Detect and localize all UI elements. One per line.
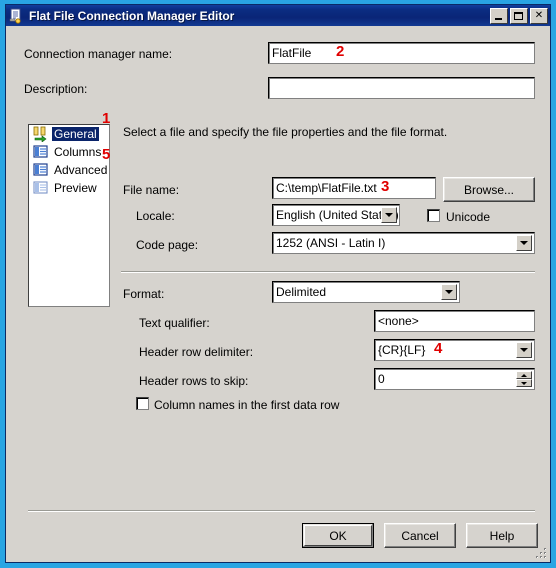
header-rows-to-skip-label: Header rows to skip:	[139, 374, 249, 388]
browse-button[interactable]: Browse...	[443, 177, 535, 202]
column-names-label: Column names in the first data row	[154, 398, 340, 412]
advanced-page-icon	[33, 162, 49, 178]
tree-item-preview-label: Preview	[54, 181, 97, 195]
cancel-button[interactable]: Cancel	[384, 523, 456, 548]
tree-item-columns[interactable]: Columns	[29, 143, 109, 161]
help-button[interactable]: Help	[466, 523, 538, 548]
format-dropdown-arrow[interactable]	[441, 284, 457, 300]
window-title: Flat File Connection Manager Editor	[29, 8, 235, 23]
header-row-delimiter-label: Header row delimiter:	[139, 345, 254, 359]
code-page-combobox[interactable]: 1252 (ANSI - Latin I)	[272, 232, 535, 254]
tree-item-general-label: General	[52, 127, 99, 141]
general-page-icon	[33, 126, 49, 143]
annotation-2: 2	[336, 43, 345, 60]
locale-dropdown-arrow[interactable]	[381, 207, 397, 223]
text-qualifier-label: Text qualifier:	[139, 316, 210, 330]
code-page-dropdown-arrow[interactable]	[516, 235, 532, 251]
annotation-3: 3	[381, 178, 390, 195]
chevron-down-icon	[520, 348, 528, 352]
format-value: Delimited	[276, 285, 327, 299]
chevron-down-icon	[520, 241, 528, 245]
minimize-icon	[495, 17, 502, 20]
footer-separator	[28, 510, 535, 512]
tree-item-general[interactable]: General	[29, 125, 109, 143]
file-name-label: File name:	[123, 183, 180, 197]
flat-file-connection-icon	[9, 8, 25, 24]
connection-manager-name-label: Connection manager name:	[24, 47, 173, 61]
annotation-1: 1	[102, 110, 111, 127]
close-icon: ✕	[534, 9, 544, 21]
tree-item-advanced-label: Advanced	[54, 163, 108, 177]
resize-grip[interactable]	[535, 547, 548, 560]
description-input[interactable]	[268, 77, 535, 99]
ok-button-label: OK	[329, 528, 347, 543]
description-label: Description:	[24, 82, 88, 96]
tree-item-advanced[interactable]: Advanced	[29, 161, 109, 179]
minimize-button[interactable]	[490, 7, 508, 24]
locale-label: Locale:	[136, 209, 175, 223]
chevron-up-icon	[521, 373, 527, 377]
file-name-input[interactable]: C:\temp\FlatFile.txt	[272, 177, 436, 199]
stepper-up-button[interactable]	[516, 371, 532, 379]
format-label: Format:	[123, 287, 165, 301]
code-page-label: Code page:	[136, 238, 199, 252]
locale-combobox[interactable]: English (United States)	[272, 204, 400, 226]
screenshot-root: Flat File Connection Manager Editor ✕ Co…	[0, 0, 556, 568]
header-row-delimiter-combobox[interactable]: {CR}{LF}	[374, 339, 535, 361]
dialog-window: Flat File Connection Manager Editor ✕ Co…	[5, 4, 551, 563]
dialog-body: Connection manager name: FlatFile 2 Desc…	[6, 26, 550, 562]
ok-button[interactable]: OK	[302, 523, 374, 548]
column-names-checkbox[interactable]	[136, 397, 149, 410]
chevron-down-icon	[445, 290, 453, 294]
header-row-delimiter-value: {CR}{LF}	[378, 343, 426, 357]
maximize-button[interactable]	[510, 7, 528, 24]
format-section-separator	[121, 271, 535, 273]
code-page-value: 1252 (ANSI - Latin I)	[276, 236, 386, 250]
general-instruction-text: Select a file and specify the file prope…	[123, 125, 448, 139]
chevron-down-icon	[385, 213, 393, 217]
annotation-4: 4	[434, 340, 443, 357]
header-rows-to-skip-input[interactable]: 0	[374, 368, 535, 390]
page-tree-panel[interactable]: General Columns Advanced Preview	[28, 124, 110, 307]
window-controls: ✕	[490, 7, 548, 24]
preview-page-icon	[33, 180, 49, 196]
window-outer-frame: Flat File Connection Manager Editor ✕ Co…	[0, 0, 556, 568]
format-combobox[interactable]: Delimited	[272, 281, 460, 303]
header-rows-to-skip-value: 0	[378, 372, 385, 386]
title-bar[interactable]: Flat File Connection Manager Editor ✕	[6, 5, 550, 26]
tree-item-preview[interactable]: Preview	[29, 179, 109, 197]
text-qualifier-input[interactable]: <none>	[374, 310, 535, 332]
tree-item-columns-label: Columns	[54, 145, 102, 159]
annotation-5: 5	[102, 146, 111, 163]
close-button[interactable]: ✕	[530, 7, 548, 24]
chevron-down-icon	[521, 381, 527, 385]
header-rows-to-skip-stepper[interactable]	[516, 371, 532, 387]
header-row-delimiter-dropdown-arrow[interactable]	[516, 342, 532, 358]
maximize-icon	[514, 11, 523, 20]
columns-page-icon	[33, 144, 49, 160]
connection-manager-name-input[interactable]: FlatFile	[268, 42, 535, 64]
stepper-down-button[interactable]	[516, 379, 532, 387]
unicode-checkbox[interactable]	[427, 209, 440, 222]
unicode-label: Unicode	[446, 210, 491, 224]
